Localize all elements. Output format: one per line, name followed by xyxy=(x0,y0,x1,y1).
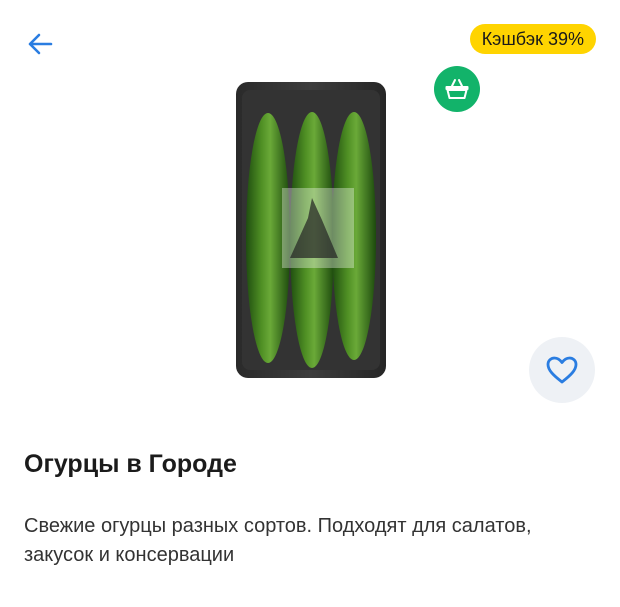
basket-badge xyxy=(434,66,480,112)
product-description: Свежие огурцы разных сортов. Подходят дл… xyxy=(24,515,532,566)
product-image xyxy=(230,78,390,384)
cucumber-tray-image xyxy=(236,82,386,378)
cashback-badge[interactable]: Кэшбэк 39% xyxy=(469,24,596,54)
favorite-button[interactable] xyxy=(529,337,595,403)
basket-icon xyxy=(445,79,469,99)
arrow-left-icon xyxy=(28,33,53,55)
heart-icon xyxy=(546,356,578,384)
product-title: Огурцы в Городе xyxy=(24,450,237,478)
back-button[interactable] xyxy=(20,24,60,64)
